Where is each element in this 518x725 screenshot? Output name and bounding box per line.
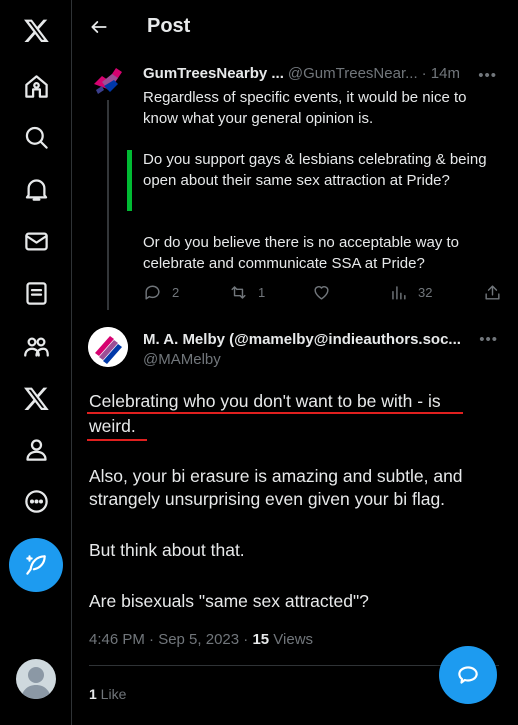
like-count: 1 <box>89 686 97 702</box>
timestamp-text[interactable]: 4:46 PM · Sep 5, 2023 · <box>89 631 252 648</box>
share-icon <box>485 285 500 300</box>
reply-icon <box>145 285 160 300</box>
tweet-timestamp: 4:46 PM · Sep 5, 2023 · 15 Views <box>89 631 313 648</box>
like-summary[interactable]: 1 Like <box>89 686 126 702</box>
parent-tweet-quote: Do you support gays & lesbians celebrati… <box>143 151 487 189</box>
tweet-text-paragraph: But think about that. <box>89 540 245 560</box>
tweet-text-paragraph: Are bisexuals "same sex attracted"? <box>89 591 369 611</box>
annotation-underline <box>87 439 147 441</box>
page-title: Post <box>147 15 191 37</box>
views-label: Views <box>269 631 314 648</box>
parent-tweet-actions: 2 1 32 <box>143 283 503 307</box>
home-icon[interactable] <box>11 61 61 111</box>
chat-bubble-icon <box>458 666 478 684</box>
thread-connector <box>107 100 109 310</box>
views-count: 32 <box>418 285 433 300</box>
messages-icon[interactable] <box>11 216 61 266</box>
views-icon <box>392 286 406 300</box>
lists-icon[interactable] <box>11 268 61 318</box>
more-options-icon[interactable]: ••• <box>479 331 498 348</box>
author-name[interactable]: GumTreesNearby ... <box>143 65 284 82</box>
premium-icon[interactable] <box>11 373 61 423</box>
tweet-text-paragraph: Also, your bi erasure is amazing and sub… <box>89 466 463 509</box>
search-icon[interactable] <box>11 112 61 162</box>
parent-tweet-header: GumTreesNearby ... @GumTreesNear... · 14m … <box>143 65 503 85</box>
divider <box>89 665 499 666</box>
author-handle[interactable]: @MAMelby <box>143 351 221 368</box>
back-button[interactable] <box>84 12 114 42</box>
views-count: 15 <box>252 631 270 648</box>
main-column: Post GumTreesNearby ... @GumTreesNear... ·… <box>72 0 512 725</box>
views-button[interactable]: 32 <box>389 283 432 302</box>
annotation-underline <box>87 412 463 414</box>
avatar[interactable] <box>88 327 128 367</box>
page-header: Post <box>72 0 512 55</box>
more-icon[interactable] <box>11 476 61 526</box>
compose-post-icon <box>26 555 46 575</box>
avatar[interactable] <box>88 60 128 100</box>
account-avatar[interactable] <box>16 659 56 699</box>
reply-count: 2 <box>172 285 180 300</box>
profile-icon[interactable] <box>11 424 61 474</box>
sidebar <box>0 0 72 725</box>
tweet-text-line-2: weird. <box>89 416 136 436</box>
heart-icon <box>314 286 329 300</box>
grok-chat-button[interactable] <box>439 646 497 704</box>
like-label: Like <box>96 686 127 702</box>
x-logo-icon[interactable] <box>11 5 61 55</box>
repost-count: 1 <box>258 285 266 300</box>
parent-tweet-text-2: Or do you believe there is no acceptable… <box>143 234 460 272</box>
repost-button[interactable]: 1 <box>229 283 265 302</box>
communities-icon[interactable] <box>11 321 61 371</box>
author-name[interactable]: M. A. Melby (@mamelby@indieauthors.soc..… <box>143 331 473 348</box>
post-time[interactable]: · 14m <box>422 65 460 82</box>
compose-post-button[interactable] <box>9 538 63 592</box>
author-handle[interactable]: @GumTreesNear... <box>288 65 418 82</box>
parent-tweet-text: Regardless of specific events, it would … <box>143 89 467 127</box>
arrow-left-icon <box>91 21 107 33</box>
share-button[interactable] <box>483 283 502 302</box>
quote-bar <box>127 150 132 211</box>
like-button[interactable] <box>312 283 331 302</box>
reply-button[interactable]: 2 <box>143 283 179 302</box>
tweet-text-line-1: Celebrating who you don't want to be wit… <box>89 391 441 411</box>
more-options-icon[interactable]: ••• <box>478 67 497 84</box>
repost-icon <box>231 286 246 299</box>
notifications-icon[interactable] <box>11 164 61 214</box>
